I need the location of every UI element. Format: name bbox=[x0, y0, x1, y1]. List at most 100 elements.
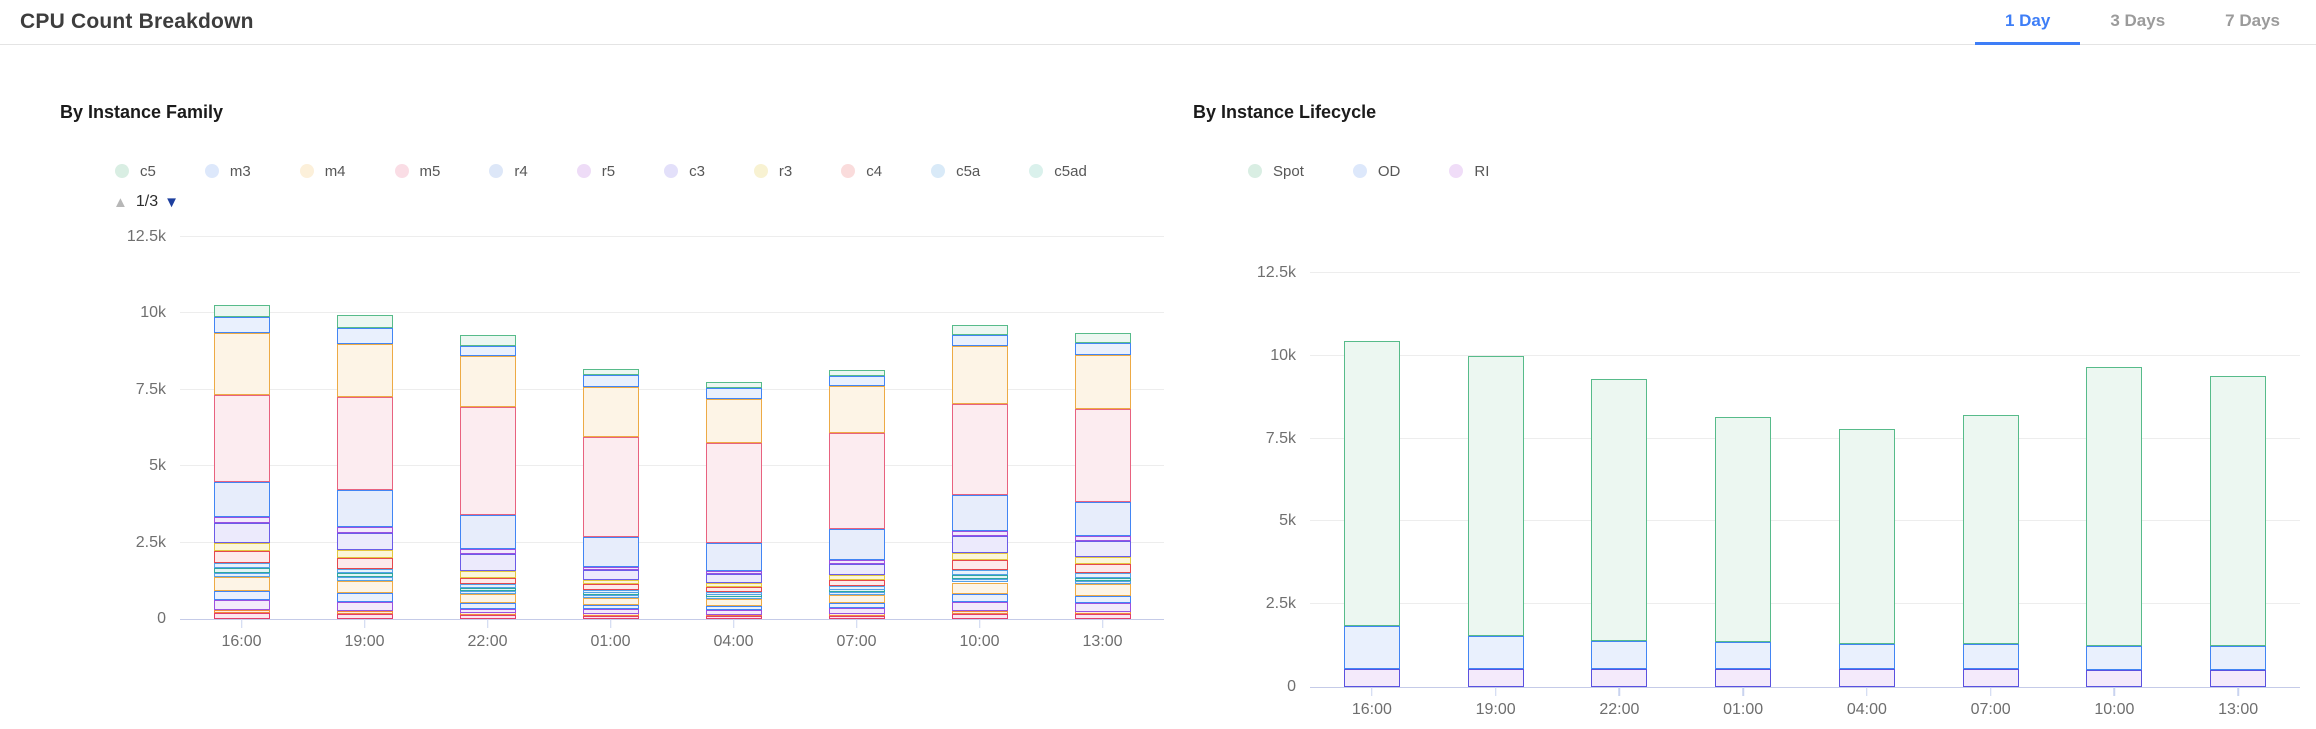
bar-segment-c4[interactable] bbox=[583, 584, 639, 590]
legend-item-od[interactable]: OD bbox=[1353, 163, 1401, 180]
bar-segment-c5a[interactable] bbox=[583, 590, 639, 593]
bar-segment-c5[interactable] bbox=[1075, 333, 1131, 343]
bar-segment-r4[interactable] bbox=[706, 543, 762, 571]
bar-01:00[interactable] bbox=[583, 215, 639, 619]
bar-segment-r4[interactable] bbox=[829, 529, 885, 560]
bar-segment-unlabeled[interactable] bbox=[1075, 584, 1131, 595]
bar-segment-c5a[interactable] bbox=[952, 570, 1008, 575]
tab-3-days[interactable]: 3 Days bbox=[2080, 0, 2195, 45]
bar-segment-r5[interactable] bbox=[583, 567, 639, 570]
bar-segment-r5[interactable] bbox=[952, 531, 1008, 536]
bar-segment-unlabeled[interactable] bbox=[460, 609, 516, 613]
bar-segment-unlabeled[interactable] bbox=[952, 602, 1008, 611]
legend-item-r5[interactable]: r5 bbox=[577, 163, 615, 180]
bar-segment-RI[interactable] bbox=[1963, 669, 2019, 687]
bar-segment-r3[interactable] bbox=[337, 550, 393, 558]
bar-segment-c5[interactable] bbox=[706, 382, 762, 388]
bar-segment-r3[interactable] bbox=[583, 580, 639, 584]
bar-19:00[interactable] bbox=[1468, 251, 1524, 687]
bar-segment-unlabeled[interactable] bbox=[337, 581, 393, 593]
bar-segment-c5[interactable] bbox=[337, 315, 393, 329]
bar-segment-c3[interactable] bbox=[829, 564, 885, 576]
bar-segment-c3[interactable] bbox=[952, 536, 1008, 553]
bar-segment-unlabeled[interactable] bbox=[460, 603, 516, 609]
bar-segment-unlabeled[interactable] bbox=[583, 605, 639, 610]
bar-01:00[interactable] bbox=[1715, 251, 1771, 687]
bar-segment-c5a[interactable] bbox=[214, 563, 270, 568]
bar-segment-c5a[interactable] bbox=[1075, 573, 1131, 577]
bar-segment-r5[interactable] bbox=[829, 560, 885, 563]
bar-segment-Spot[interactable] bbox=[1591, 379, 1647, 641]
bar-segment-c5a[interactable] bbox=[460, 584, 516, 588]
tab-1-day[interactable]: 1 Day bbox=[1975, 0, 2080, 45]
bar-segment-r3[interactable] bbox=[829, 575, 885, 580]
bar-segment-c5[interactable] bbox=[829, 370, 885, 376]
bar-13:00[interactable] bbox=[2210, 251, 2266, 687]
bar-segment-OD[interactable] bbox=[1344, 626, 1400, 669]
bar-segment-m3[interactable] bbox=[460, 346, 516, 357]
bar-segment-c5[interactable] bbox=[214, 305, 270, 317]
bar-07:00[interactable] bbox=[1963, 251, 2019, 687]
bar-segment-r3[interactable] bbox=[460, 571, 516, 578]
legend-pager-up-icon[interactable]: ▲ bbox=[113, 194, 128, 211]
bar-segment-c4[interactable] bbox=[1075, 564, 1131, 573]
bar-segment-c5a[interactable] bbox=[337, 569, 393, 574]
bar-segment-c3[interactable] bbox=[706, 574, 762, 583]
bar-segment-c3[interactable] bbox=[1075, 541, 1131, 557]
bar-segment-m5[interactable] bbox=[952, 404, 1008, 495]
bar-segment-m5[interactable] bbox=[1075, 409, 1131, 502]
bar-segment-m3[interactable] bbox=[214, 317, 270, 332]
bar-07:00[interactable] bbox=[829, 215, 885, 619]
bar-segment-unlabeled[interactable] bbox=[1075, 603, 1131, 611]
bar-segment-OD[interactable] bbox=[1591, 641, 1647, 669]
legend-item-c3[interactable]: c3 bbox=[664, 163, 705, 180]
bar-segment-c4[interactable] bbox=[952, 560, 1008, 570]
bar-segment-Spot[interactable] bbox=[2086, 367, 2142, 645]
bar-segment-c3[interactable] bbox=[583, 570, 639, 580]
bar-segment-RI[interactable] bbox=[1839, 669, 1895, 687]
bar-segment-unlabeled[interactable] bbox=[583, 609, 639, 614]
bar-segment-unlabeled[interactable] bbox=[214, 591, 270, 600]
legend-item-m3[interactable]: m3 bbox=[205, 163, 251, 180]
bar-segment-unlabeled[interactable] bbox=[214, 610, 270, 613]
bar-segment-c5ad[interactable] bbox=[952, 575, 1008, 579]
bar-segment-c5ad[interactable] bbox=[337, 573, 393, 577]
bar-segment-r4[interactable] bbox=[337, 490, 393, 527]
bar-22:00[interactable] bbox=[1591, 251, 1647, 687]
legend-item-c5a[interactable]: c5a bbox=[931, 163, 980, 180]
bar-segment-unlabeled[interactable] bbox=[829, 603, 885, 608]
bar-segment-r3[interactable] bbox=[706, 583, 762, 587]
bar-segment-m3[interactable] bbox=[829, 376, 885, 387]
bar-segment-m4[interactable] bbox=[214, 333, 270, 396]
bar-13:00[interactable] bbox=[1075, 215, 1131, 619]
bar-segment-m4[interactable] bbox=[583, 387, 639, 437]
bar-16:00[interactable] bbox=[214, 215, 270, 619]
bar-segment-r3[interactable] bbox=[214, 543, 270, 551]
bar-segment-r5[interactable] bbox=[214, 517, 270, 523]
bar-segment-r5[interactable] bbox=[460, 549, 516, 554]
bar-segment-c3[interactable] bbox=[214, 523, 270, 543]
bar-segment-unlabeled[interactable] bbox=[214, 573, 270, 577]
bar-segment-r3[interactable] bbox=[1075, 557, 1131, 564]
legend-item-c5[interactable]: c5 bbox=[115, 163, 156, 180]
bar-segment-unlabeled[interactable] bbox=[706, 599, 762, 605]
bar-segment-unlabeled[interactable] bbox=[583, 598, 639, 605]
bar-segment-r4[interactable] bbox=[214, 482, 270, 517]
bar-segment-unlabeled[interactable] bbox=[337, 602, 393, 611]
bar-segment-Spot[interactable] bbox=[1963, 415, 2019, 644]
bar-segment-m3[interactable] bbox=[337, 328, 393, 343]
legend-item-m4[interactable]: m4 bbox=[300, 163, 346, 180]
bar-segment-r4[interactable] bbox=[460, 515, 516, 549]
bar-segment-c5ad[interactable] bbox=[460, 588, 516, 591]
bar-segment-m5[interactable] bbox=[460, 407, 516, 515]
bar-segment-Spot[interactable] bbox=[1839, 429, 1895, 644]
bar-segment-unlabeled[interactable] bbox=[337, 593, 393, 601]
bar-segment-r5[interactable] bbox=[706, 571, 762, 574]
bar-segment-c5ad[interactable] bbox=[829, 589, 885, 592]
bar-04:00[interactable] bbox=[706, 215, 762, 619]
legend-item-c5ad[interactable]: c5ad bbox=[1029, 163, 1087, 180]
bar-segment-unlabeled[interactable] bbox=[952, 611, 1008, 614]
bar-segment-m5[interactable] bbox=[829, 433, 885, 530]
bar-segment-r4[interactable] bbox=[952, 495, 1008, 530]
bar-segment-m5[interactable] bbox=[337, 397, 393, 490]
